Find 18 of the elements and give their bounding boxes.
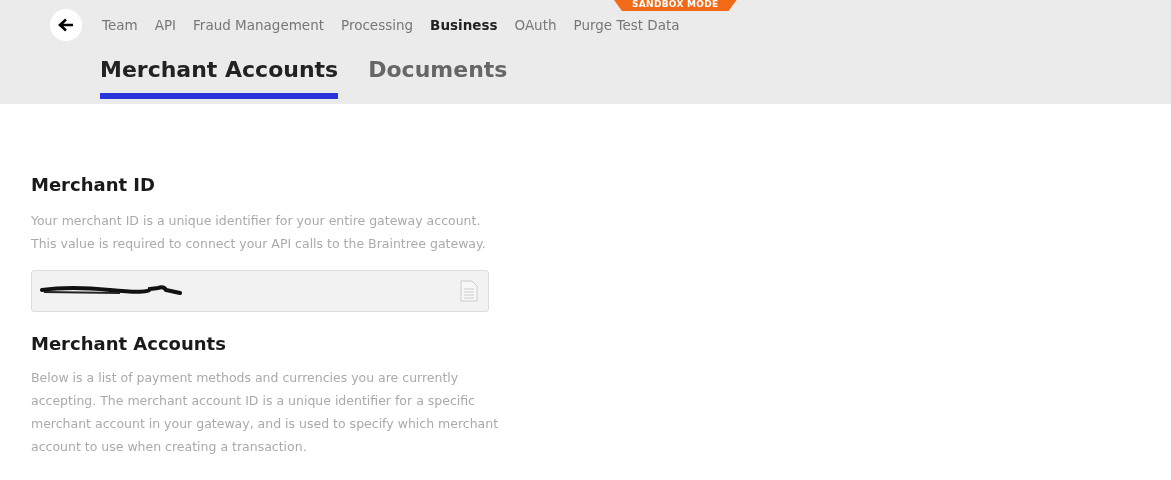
nav-link[interactable]: Purge Test Data bbox=[573, 17, 680, 33]
section-heading: Merchant Accounts bbox=[31, 333, 227, 354]
sandbox-badge: SANDBOX MODE bbox=[614, 0, 737, 11]
back-button[interactable] bbox=[50, 9, 82, 41]
nav-link[interactable]: Fraud Management bbox=[193, 17, 324, 33]
back-arrow-icon bbox=[58, 18, 74, 32]
nav-link[interactable]: Processing bbox=[341, 17, 414, 33]
description-text: Your merchant ID is a unique identifier for your entire gateway account. bbox=[31, 212, 482, 230]
nav-link[interactable]: OAuth bbox=[514, 17, 557, 33]
nav-link[interactable]: API bbox=[154, 17, 177, 33]
nav-link[interactable]: Team bbox=[102, 17, 138, 33]
description-text: This value is required to connect your API calls to the Braintree gateway. bbox=[31, 235, 487, 253]
description-text: Below is a list of payment methods and currencies you are currently accepting. The merchant account ID is a unique identifier for a specific merchant account in your gateway, and is used to specify which merchant account to use when creating a transaction. bbox=[31, 369, 500, 456]
tab[interactable]: Merchant Accounts bbox=[100, 57, 339, 99]
section-heading: Merchant ID bbox=[31, 174, 156, 195]
tab[interactable]: Documents bbox=[368, 57, 508, 99]
merchant-id-field[interactable] bbox=[31, 270, 489, 312]
nav-link[interactable]: Business bbox=[430, 17, 498, 33]
